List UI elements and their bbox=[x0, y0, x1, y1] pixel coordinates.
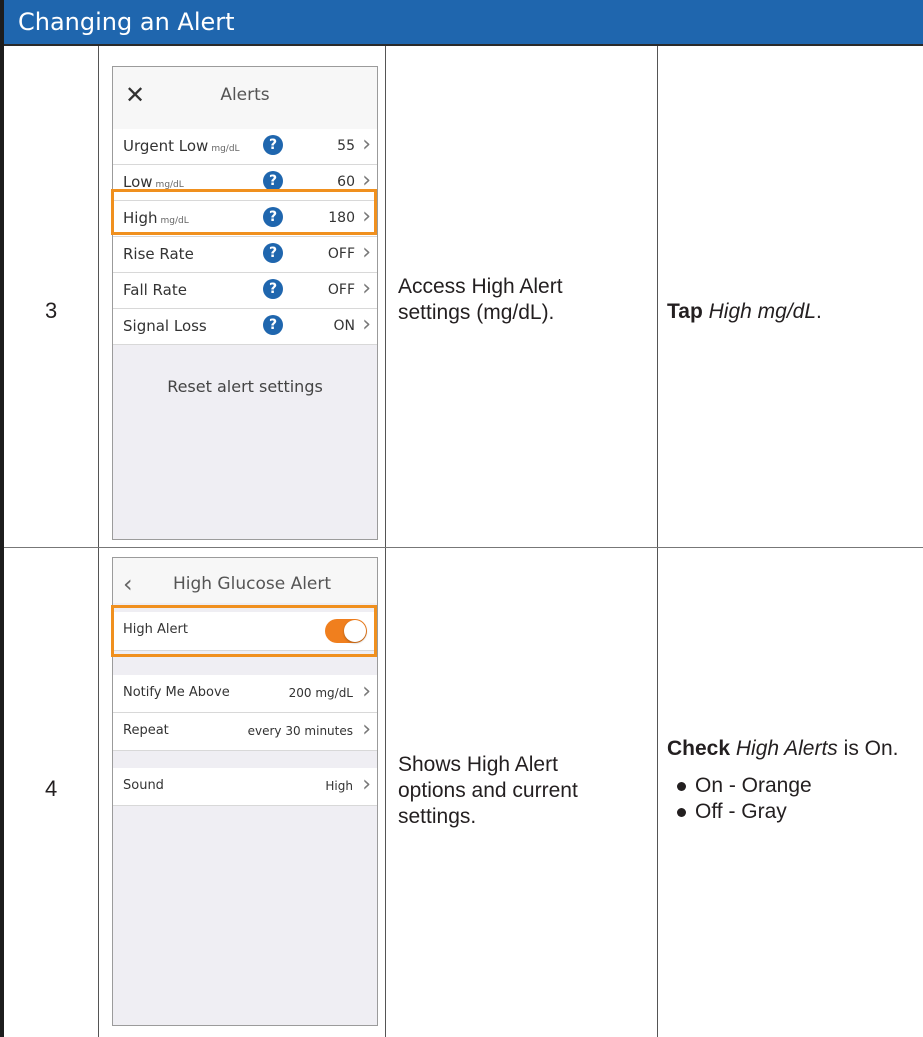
description-line: settings (mg/dL). bbox=[398, 301, 555, 324]
screen-title: High Glucose Alert bbox=[172, 574, 332, 594]
alert-row-urgent-low[interactable]: Urgent Low mg/dL ? 55 › bbox=[113, 129, 377, 165]
action-verb: Check bbox=[667, 737, 731, 760]
alert-row-value: ON bbox=[333, 318, 356, 334]
alert-row-signal-loss[interactable]: Signal Loss ? ON › bbox=[113, 309, 377, 345]
settings-row-label: Repeat bbox=[123, 723, 169, 738]
alert-row-label: Fall Rate bbox=[123, 281, 187, 299]
action-end: is On. bbox=[837, 737, 899, 760]
alert-row-label: Rise Rate bbox=[123, 245, 194, 263]
alert-table: Changing an Alert 3 ✕ Alerts Urgent Low m… bbox=[0, 0, 923, 1037]
settings-row-label: Sound bbox=[123, 778, 164, 793]
alert-row-label: Signal Loss bbox=[123, 317, 207, 335]
unit-label: mg/dL bbox=[211, 144, 240, 154]
action-target: High mg/dL bbox=[708, 300, 817, 323]
help-icon[interactable]: ? bbox=[263, 243, 283, 263]
alert-row-rise-rate[interactable]: Rise Rate ? OFF › bbox=[113, 237, 377, 273]
help-icon[interactable]: ? bbox=[263, 171, 283, 191]
action-verb: Tap bbox=[667, 300, 703, 323]
column-divider bbox=[385, 46, 386, 1037]
description-line: Shows High Alert bbox=[398, 753, 558, 776]
screen-topbar: ✕ Alerts bbox=[113, 67, 377, 129]
row-divider bbox=[4, 547, 923, 548]
chevron-right-icon: › bbox=[362, 679, 371, 704]
description-line: settings. bbox=[398, 805, 477, 828]
alert-row-value: OFF bbox=[327, 246, 355, 262]
settings-row-value: every 30 minutes bbox=[247, 724, 353, 738]
column-divider bbox=[657, 46, 658, 1037]
help-icon[interactable]: ? bbox=[263, 279, 283, 299]
chevron-right-icon: › bbox=[362, 276, 371, 301]
chevron-right-icon: › bbox=[362, 132, 371, 157]
chevron-right-icon: › bbox=[362, 312, 371, 337]
alert-row-value: OFF bbox=[327, 282, 355, 298]
phone-screen-alerts: ✕ Alerts Urgent Low mg/dL ? 55 › Low mg/dL… bbox=[111, 66, 378, 540]
table-left-border bbox=[0, 0, 4, 1037]
bullet-item: Off - Gray bbox=[673, 799, 812, 825]
highlight-box bbox=[111, 189, 377, 235]
step-action: Tap High mg/dL. bbox=[667, 299, 822, 325]
table-header: Changing an Alert bbox=[4, 0, 923, 46]
screen-topbar: ‹ High Glucose Alert bbox=[113, 558, 377, 603]
settings-row-sound[interactable]: Sound High › bbox=[113, 768, 377, 806]
bullet-item: On - Orange bbox=[673, 773, 812, 799]
settings-row-value: High bbox=[325, 779, 353, 793]
settings-row-value: 200 mg/dL bbox=[288, 686, 353, 700]
chevron-right-icon: › bbox=[362, 772, 371, 797]
chevron-right-icon: › bbox=[362, 240, 371, 265]
step-action: Check High Alerts is On. bbox=[667, 736, 899, 762]
phone-screen-high-glucose-alert: ‹ High Glucose Alert High Alert Notify M… bbox=[111, 557, 378, 1026]
chevron-right-icon: › bbox=[362, 717, 371, 742]
description-line: options and current bbox=[398, 779, 578, 802]
screen-title: Alerts bbox=[220, 85, 270, 105]
settings-row-notify[interactable]: Notify Me Above 200 mg/dL › bbox=[113, 675, 377, 713]
table-title: Changing an Alert bbox=[18, 8, 235, 36]
step-description: Access High Alert settings (mg/dL). bbox=[398, 274, 563, 326]
step-number: 3 bbox=[45, 298, 58, 323]
alert-row-value: 55 bbox=[337, 138, 355, 154]
alert-row-fall-rate[interactable]: Fall Rate ? OFF › bbox=[113, 273, 377, 309]
column-divider bbox=[98, 46, 99, 1037]
step-description: Shows High Alert options and current set… bbox=[398, 752, 578, 830]
highlight-box bbox=[111, 605, 377, 657]
alert-row-label: Urgent Low bbox=[123, 137, 209, 155]
reset-alert-settings-button[interactable]: Reset alert settings bbox=[113, 377, 377, 396]
action-end: . bbox=[816, 300, 822, 323]
action-bullets: On - Orange Off - Gray bbox=[673, 773, 812, 825]
help-icon[interactable]: ? bbox=[263, 135, 283, 155]
step-number: 4 bbox=[45, 776, 58, 801]
help-icon[interactable]: ? bbox=[263, 315, 283, 335]
settings-row-repeat[interactable]: Repeat every 30 minutes › bbox=[113, 713, 377, 751]
settings-row-label: Notify Me Above bbox=[123, 685, 230, 700]
action-target: High Alerts bbox=[735, 737, 838, 760]
description-line: Access High Alert bbox=[398, 275, 563, 298]
alert-row-value: 60 bbox=[337, 174, 355, 190]
